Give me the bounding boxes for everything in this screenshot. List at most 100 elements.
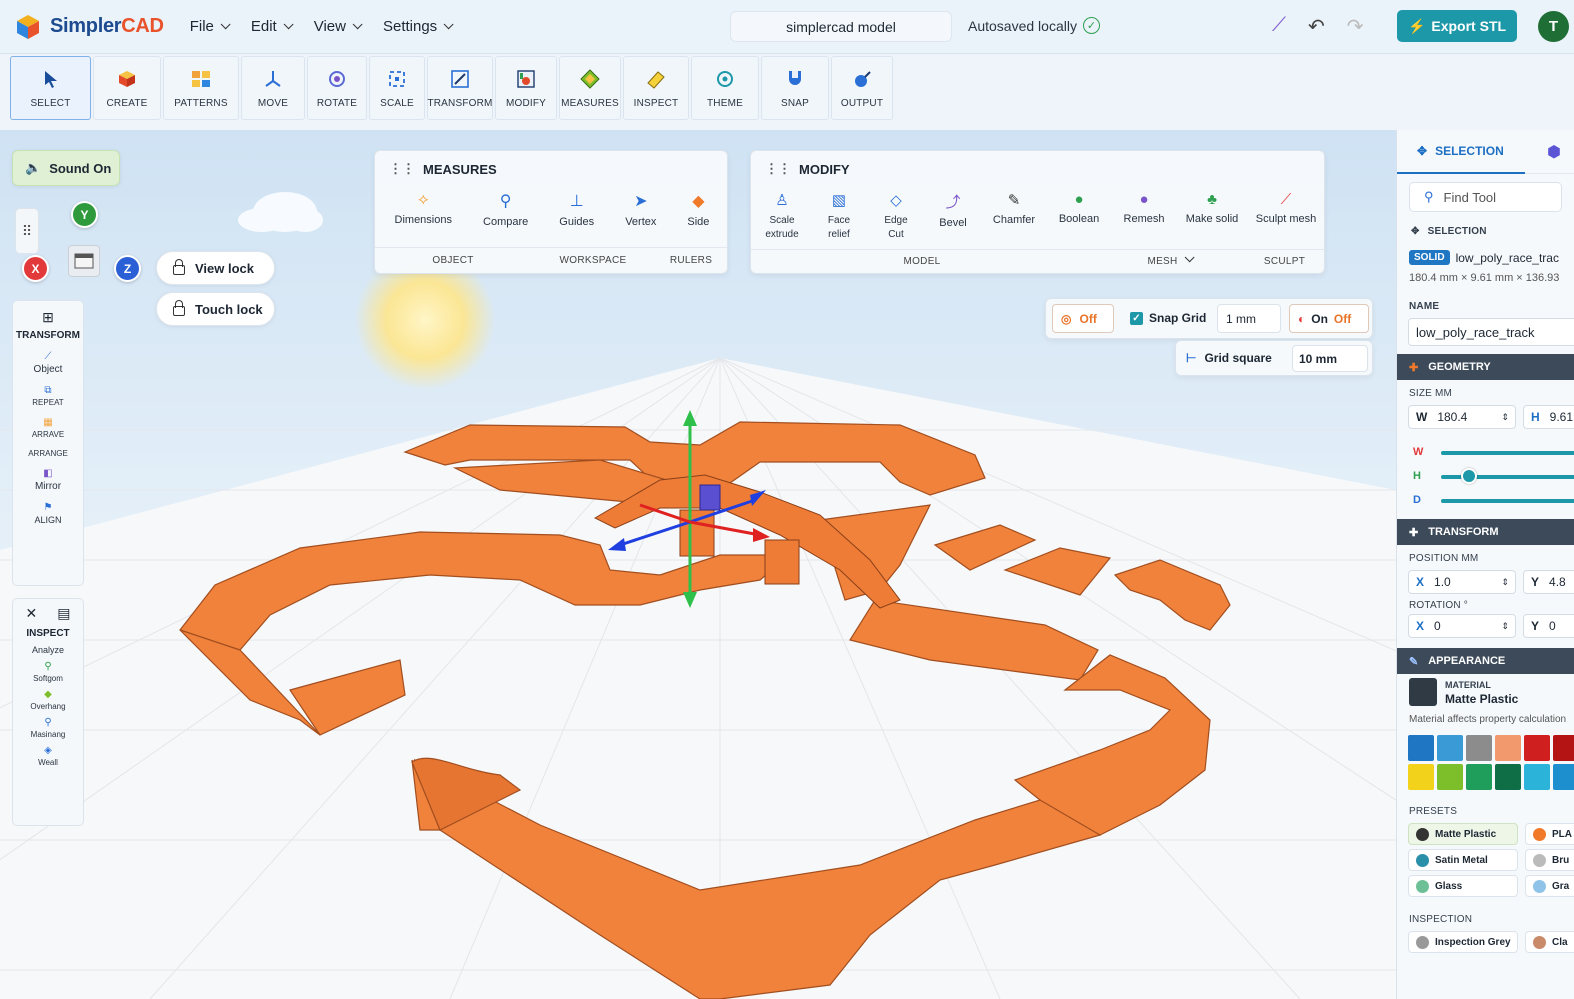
- position-x-input[interactable]: X 1.0 ⇕: [1408, 570, 1516, 594]
- color-swatch[interactable]: [1466, 764, 1492, 790]
- view-lock-button[interactable]: View lock: [156, 251, 275, 285]
- stepper-icon[interactable]: ⇕: [1501, 621, 1509, 632]
- side-tool[interactable]: ◆ Side: [687, 191, 709, 228]
- mirror-tool[interactable]: ◧ Mirror: [35, 468, 61, 492]
- object-name-input[interactable]: low_poly_race_track: [1408, 318, 1574, 346]
- transform-section[interactable]: ✚ TRANSFORM: [1397, 519, 1574, 545]
- snap-onoff-toggle[interactable]: ◐ On Off: [1289, 304, 1369, 333]
- tool-transform[interactable]: TRANSFORM: [427, 56, 493, 120]
- tool-inspect[interactable]: INSPECT: [623, 56, 689, 120]
- axis-z-button[interactable]: Z: [114, 255, 141, 282]
- preset-glass[interactable]: Glass: [1408, 875, 1518, 897]
- boolean-tool[interactable]: ● Boolean: [1050, 191, 1108, 242]
- user-avatar[interactable]: T: [1538, 11, 1569, 42]
- color-swatch[interactable]: [1437, 735, 1463, 761]
- color-swatch[interactable]: [1408, 764, 1434, 790]
- overhang-tool[interactable]: ◆ Overhang: [30, 689, 65, 711]
- object-tool[interactable]: ⟋ Object: [34, 351, 63, 375]
- preset-graphite[interactable]: Gra: [1525, 875, 1574, 897]
- tool-theme[interactable]: THEME: [691, 56, 759, 120]
- color-swatch[interactable]: [1524, 764, 1550, 790]
- dimensions-tool[interactable]: ⟡ Dimensions: [395, 191, 452, 228]
- view-cube-icon[interactable]: [68, 245, 100, 277]
- color-swatch[interactable]: [1495, 764, 1521, 790]
- menu-settings[interactable]: Settings: [383, 18, 454, 35]
- make-solid-tool[interactable]: ♣ Make solid: [1180, 191, 1244, 242]
- tool-rotate[interactable]: ROTATE: [307, 56, 367, 120]
- vertex-tool[interactable]: ➤ Vertex: [625, 191, 656, 228]
- material-thumbnail[interactable]: [1409, 678, 1437, 706]
- tool-modify[interactable]: MODIFY: [495, 56, 557, 120]
- align-tool[interactable]: ⚑ ALIGN: [34, 502, 61, 525]
- arrange-tool[interactable]: ▦ ARRAVE: [32, 417, 64, 439]
- geometry-section[interactable]: ✚ GEOMETRY: [1397, 354, 1574, 380]
- drag-grip-icon[interactable]: ⋮⋮: [389, 161, 415, 177]
- bevel-tool[interactable]: ⤴ Bevel: [928, 191, 978, 242]
- weall-tool[interactable]: ◈ Weall: [38, 745, 58, 767]
- tab-selection[interactable]: ✥ SELECTION: [1397, 130, 1525, 174]
- h-slider-thumb[interactable]: [1461, 468, 1477, 484]
- appearance-section[interactable]: ✎ APPEARANCE: [1397, 648, 1574, 674]
- chamfer-tool[interactable]: ✎ Chamfer: [985, 191, 1043, 242]
- sound-toggle[interactable]: 🔈 Sound On: [12, 150, 120, 186]
- undo-icon[interactable]: ↶: [1308, 14, 1325, 39]
- snap-off-toggle[interactable]: ◎ Off: [1052, 304, 1114, 333]
- compare-tool[interactable]: ⚲ Compare: [483, 191, 528, 228]
- tool-create[interactable]: CREATE: [93, 56, 161, 120]
- export-stl-button[interactable]: ⚡ Export STL: [1397, 10, 1517, 42]
- color-swatch[interactable]: [1553, 764, 1574, 790]
- tool-move[interactable]: MOVE: [241, 56, 305, 120]
- menu-file[interactable]: File: [190, 18, 231, 35]
- menu-edit[interactable]: Edit: [251, 18, 294, 35]
- preset-pla[interactable]: PLA: [1525, 823, 1574, 845]
- sculpt-mesh-tool[interactable]: ⟋ Sculpt mesh: [1251, 191, 1321, 242]
- preset-matte-plastic[interactable]: Matte Plastic: [1408, 823, 1518, 845]
- masinang-tool[interactable]: ⚲ Masinang: [31, 717, 66, 739]
- preset-brushed[interactable]: Bru: [1525, 849, 1574, 871]
- tool-snap[interactable]: SNAP: [761, 56, 829, 120]
- preset-clay[interactable]: Cla: [1525, 931, 1574, 953]
- d-slider[interactable]: [1441, 499, 1574, 503]
- position-y-input[interactable]: Y 4.8: [1523, 570, 1574, 594]
- color-swatch[interactable]: [1495, 735, 1521, 761]
- tool-select[interactable]: SELECT: [10, 56, 91, 120]
- width-input[interactable]: W 180.4 ⇕: [1408, 405, 1516, 429]
- color-swatch[interactable]: [1524, 735, 1550, 761]
- guides-tool[interactable]: ⊥ Guides: [559, 191, 594, 228]
- list-icon[interactable]: ▤: [57, 605, 70, 622]
- color-swatch[interactable]: [1466, 735, 1492, 761]
- mesh-section-dropdown[interactable]: MESH: [1093, 252, 1245, 267]
- stepper-icon[interactable]: ⇕: [1501, 412, 1509, 423]
- tool-scale[interactable]: SCALE: [369, 56, 425, 120]
- remesh-tool[interactable]: ● Remesh: [1115, 191, 1173, 242]
- viewport-3d[interactable]: 🔈 Sound On Y X Z ⠿ View lock Touch lock ⊞…: [0, 130, 1396, 999]
- tab-objects-icon[interactable]: ⬢: [1547, 142, 1561, 162]
- touch-lock-button[interactable]: Touch lock: [156, 292, 275, 326]
- face-relief-tool[interactable]: ▧ Face relief: [814, 191, 864, 242]
- scale-extrude-tool[interactable]: ♙ Scale extrude: [757, 191, 807, 242]
- w-slider[interactable]: [1441, 451, 1574, 455]
- snap-value-input[interactable]: 1 mm: [1217, 304, 1281, 333]
- axis-x-button[interactable]: X: [22, 255, 49, 282]
- color-swatch[interactable]: [1553, 735, 1574, 761]
- redo-icon[interactable]: ↷: [1347, 14, 1364, 39]
- softgom-tool[interactable]: ⚲ Softgom: [33, 661, 63, 683]
- stepper-icon[interactable]: ⇕: [1501, 577, 1509, 588]
- edge-cut-tool[interactable]: ◇ Edge Cut: [871, 191, 921, 242]
- color-swatch[interactable]: [1437, 764, 1463, 790]
- tool-measures[interactable]: MEASURES: [559, 56, 621, 120]
- tool-patterns[interactable]: PATTERNS: [163, 56, 239, 120]
- rotation-x-input[interactable]: X 0 ⇕: [1408, 614, 1516, 638]
- close-icon[interactable]: ✕: [26, 605, 38, 622]
- grid-square-input[interactable]: 10 mm: [1292, 345, 1368, 372]
- app-logo[interactable]: SimplerCAD: [14, 13, 164, 41]
- rotation-y-input[interactable]: Y0: [1523, 614, 1574, 638]
- preset-satin-metal[interactable]: Satin Metal: [1408, 849, 1518, 871]
- drag-handle-icon[interactable]: ⠿: [15, 208, 39, 254]
- height-input[interactable]: H 9.61: [1523, 405, 1574, 429]
- preset-inspection-grey[interactable]: Inspection Grey: [1408, 931, 1518, 953]
- find-tool-input[interactable]: ⚲ Find Tool: [1409, 182, 1562, 212]
- drag-grip-icon[interactable]: ⋮⋮: [765, 161, 791, 177]
- model-name-field[interactable]: simplercad model: [730, 11, 952, 42]
- repeat-tool[interactable]: ⧉ REPEAT: [32, 385, 63, 407]
